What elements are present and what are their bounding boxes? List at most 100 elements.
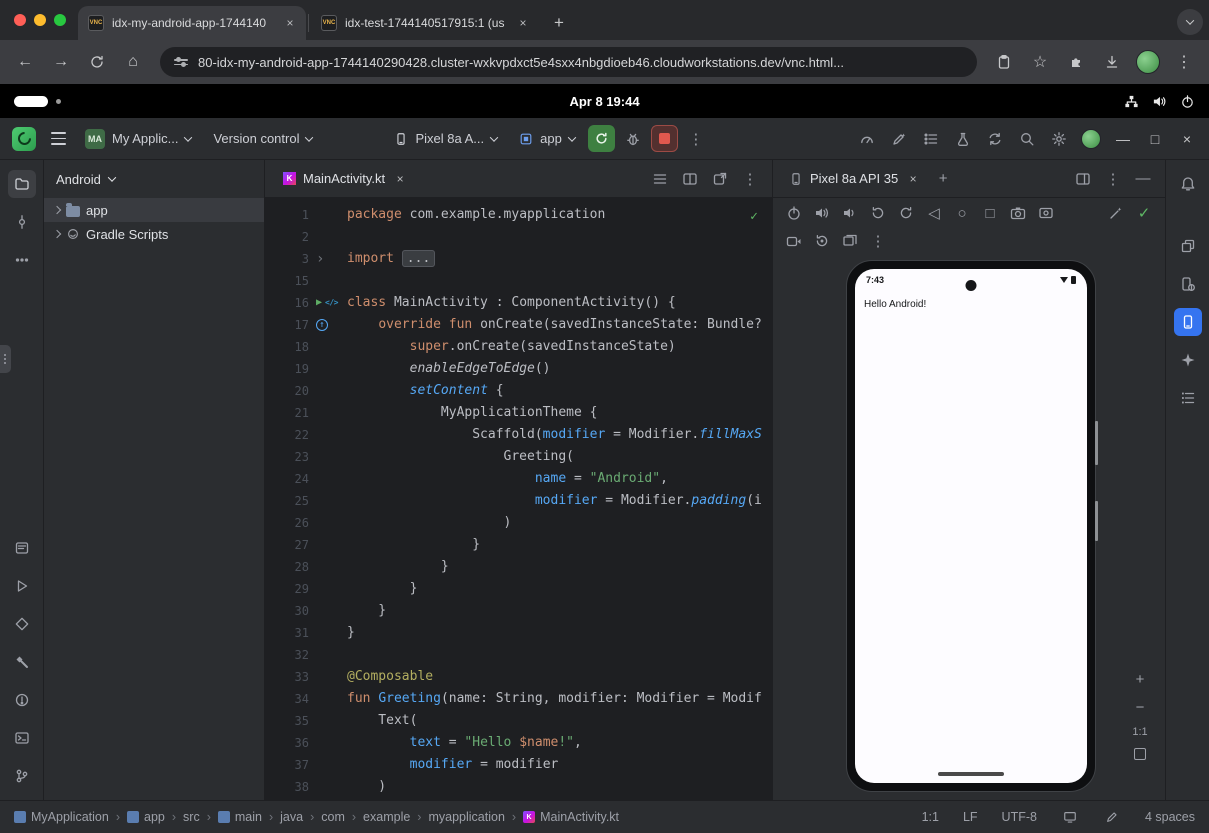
tool-window-drag-handle[interactable]	[0, 345, 11, 373]
breadcrumb-item[interactable]: MyApplication	[14, 810, 109, 824]
line-separator[interactable]: LF	[963, 810, 978, 824]
breadcrumb-item[interactable]: java	[280, 810, 303, 824]
rotate-right-button[interactable]	[893, 200, 919, 226]
address-bar[interactable]: 80-idx-my-android-app-1744140290428.clus…	[160, 47, 977, 77]
profiler-button[interactable]	[853, 125, 881, 153]
close-window-button[interactable]	[14, 14, 26, 26]
open-in-window-button[interactable]	[706, 165, 734, 193]
new-tab-button[interactable]: +	[545, 9, 573, 37]
code-area[interactable]: ✓ 1package com.example.myapplication23›i…	[265, 198, 772, 800]
indent-setting[interactable]: 4 spaces	[1145, 810, 1195, 824]
expand-chevron-icon[interactable]	[53, 206, 61, 214]
tab-close-icon[interactable]: ×	[282, 15, 298, 31]
android-back-button[interactable]: ◁	[921, 200, 947, 226]
android-overview-button[interactable]: □	[977, 200, 1003, 226]
breadcrumb-item[interactable]: app	[127, 810, 165, 824]
ide-settings-button[interactable]	[1045, 125, 1073, 153]
fold-gutter-icon[interactable]: ›	[316, 248, 324, 270]
device-power-button[interactable]	[781, 200, 807, 226]
file-encoding[interactable]: UTF-8	[1002, 810, 1037, 824]
android-home-button[interactable]: ○	[949, 200, 975, 226]
tab-search-button[interactable]	[1177, 9, 1203, 35]
zoom-in-button[interactable]: +	[1131, 670, 1149, 688]
device-settings-button[interactable]	[1103, 200, 1129, 226]
notifications-button[interactable]	[1174, 170, 1202, 198]
project-selector[interactable]: MA My Applic...	[76, 124, 200, 154]
browser-menu-button[interactable]: ⋮	[1167, 45, 1201, 79]
forward-button[interactable]: →	[44, 45, 78, 79]
breadcrumb-item[interactable]: myapplication	[428, 810, 504, 824]
bookmark-button[interactable]: ☆	[1023, 45, 1057, 79]
breadcrumb-item[interactable]: com	[321, 810, 345, 824]
split-editor-button[interactable]	[676, 165, 704, 193]
breadcrumb-item[interactable]: main	[218, 810, 262, 824]
reload-button[interactable]	[80, 45, 114, 79]
rerun-app-button[interactable]	[588, 125, 615, 152]
device-manager-button[interactable]	[1174, 270, 1202, 298]
build-tool-button[interactable]	[8, 648, 36, 676]
zoom-out-button[interactable]: −	[1131, 698, 1149, 716]
code-gutter-icon[interactable]: </>	[325, 292, 338, 314]
expand-chevron-icon[interactable]	[53, 230, 61, 238]
ide-user-avatar[interactable]	[1077, 125, 1105, 153]
override-gutter-icon[interactable]: ↑	[316, 319, 328, 331]
run-gutter-icon[interactable]: ▶	[316, 292, 322, 314]
home-button[interactable]: ⌂	[116, 45, 150, 79]
fit-to-window-button[interactable]	[1134, 748, 1146, 760]
inspections-ok-icon[interactable]: ✓	[750, 206, 758, 228]
device-restart-button[interactable]	[809, 228, 835, 254]
add-device-tab-button[interactable]: +	[929, 165, 957, 193]
stop-app-button[interactable]	[651, 125, 678, 152]
tree-item-gradle-scripts[interactable]: Gradle Scripts	[44, 222, 264, 246]
panel-options-button[interactable]: ⋮	[1099, 165, 1127, 193]
editor-more-button[interactable]: ⋮	[736, 165, 764, 193]
device-selector[interactable]: Pixel 8a A...	[385, 124, 506, 154]
editor-list-button[interactable]	[646, 165, 674, 193]
display-indicator-button[interactable]	[1061, 808, 1079, 826]
screenshot-button[interactable]	[1005, 200, 1031, 226]
back-button[interactable]: ←	[8, 45, 42, 79]
breadcrumb-item[interactable]: src	[183, 810, 200, 824]
search-everywhere-button[interactable]	[1013, 125, 1041, 153]
zoom-window-button[interactable]	[54, 14, 66, 26]
snapshot-button[interactable]	[837, 228, 863, 254]
version-control-menu[interactable]: Version control	[204, 124, 321, 154]
problems-tool-button[interactable]	[8, 686, 36, 714]
version-control-tool-button[interactable]	[8, 762, 36, 790]
run-more-options-button[interactable]: ⋮	[682, 125, 710, 153]
extensions-button[interactable]	[1059, 45, 1093, 79]
device-file-explorer-button[interactable]	[1174, 232, 1202, 260]
rotate-left-button[interactable]	[865, 200, 891, 226]
app-inspection-tool-button[interactable]	[8, 610, 36, 638]
minimize-window-button[interactable]	[34, 14, 46, 26]
clipboard-button[interactable]	[987, 45, 1021, 79]
run-tool-button[interactable]	[8, 572, 36, 600]
main-menu-button[interactable]	[44, 125, 72, 153]
logcat-tool-button[interactable]	[8, 534, 36, 562]
structure-button[interactable]	[1174, 384, 1202, 412]
breadcrumb-item[interactable]: example	[363, 810, 410, 824]
hide-panel-button[interactable]: —	[1129, 165, 1157, 193]
device-tab-close-icon[interactable]: ×	[905, 171, 921, 187]
device-tab-pixel8a[interactable]: Pixel 8a API 35 ×	[781, 160, 929, 198]
screen-record-button[interactable]	[781, 228, 807, 254]
tree-item-app[interactable]: app	[44, 198, 264, 222]
editor-tab-close-icon[interactable]: ×	[392, 171, 408, 187]
downloads-button[interactable]	[1095, 45, 1129, 79]
caret-position[interactable]: 1:1	[922, 810, 939, 824]
commit-tool-button[interactable]	[8, 208, 36, 236]
project-tool-button[interactable]	[8, 170, 36, 198]
more-tool-windows-button[interactable]	[8, 246, 36, 274]
gradle-sync-button[interactable]	[981, 125, 1009, 153]
debug-app-button[interactable]	[619, 125, 647, 153]
build-analyzer-button[interactable]	[949, 125, 977, 153]
phone-screen[interactable]: 7:43 Hello Android!	[855, 269, 1087, 783]
device-more-button[interactable]: ⋮	[865, 228, 891, 254]
terminal-tool-button[interactable]	[8, 724, 36, 752]
project-view-selector[interactable]: Android	[56, 172, 101, 187]
run-configuration-selector[interactable]: app	[510, 124, 584, 154]
panel-layout-button[interactable]	[1069, 165, 1097, 193]
breadcrumb-item[interactable]: KMainActivity.kt	[523, 810, 619, 824]
editor-tab-mainactivity[interactable]: K MainActivity.kt ×	[273, 160, 418, 198]
window-maximize-button[interactable]: □	[1141, 125, 1169, 153]
